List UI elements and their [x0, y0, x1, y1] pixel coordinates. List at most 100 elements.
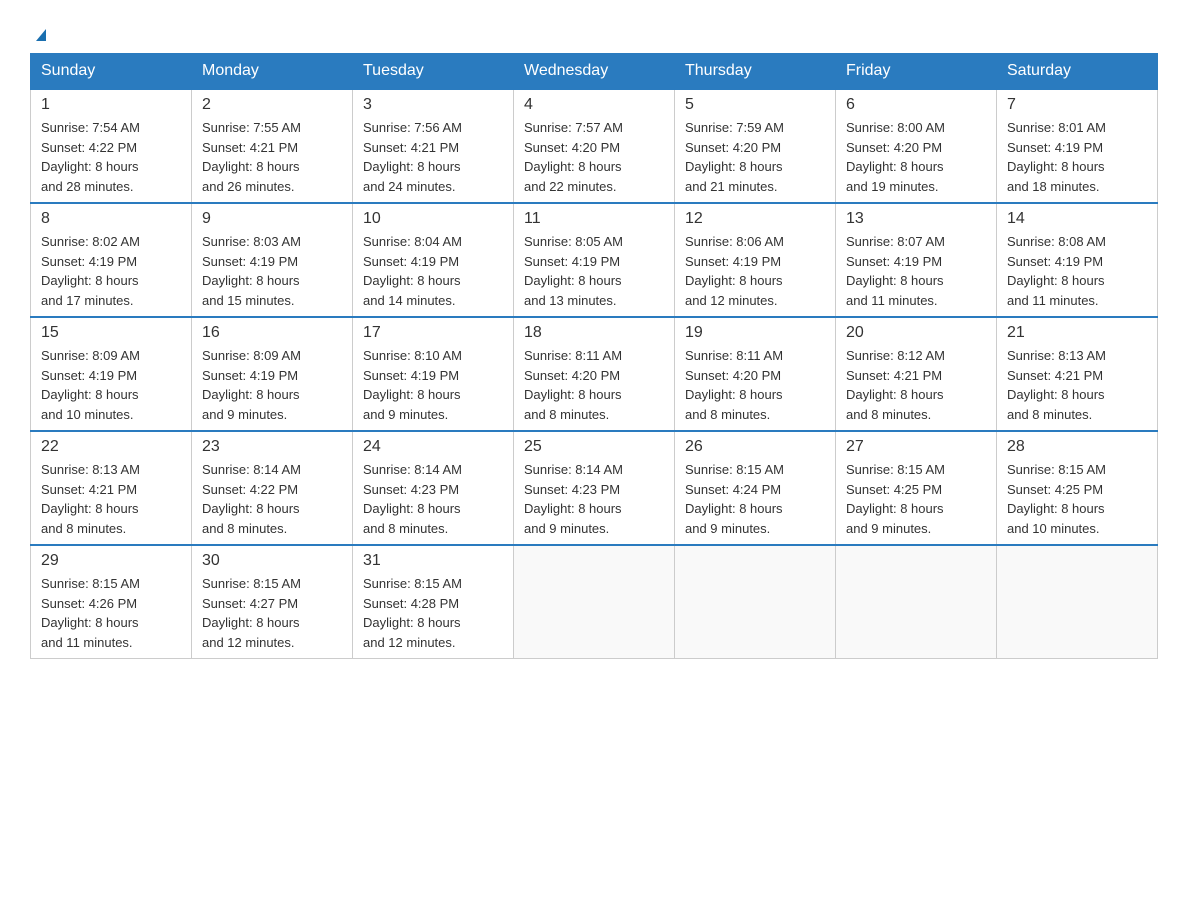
calendar-day-cell	[997, 545, 1158, 659]
calendar-day-cell	[675, 545, 836, 659]
day-info: Sunrise: 8:13 AM Sunset: 4:21 PM Dayligh…	[41, 460, 181, 538]
day-info: Sunrise: 8:11 AM Sunset: 4:20 PM Dayligh…	[685, 346, 825, 424]
calendar-day-cell: 20 Sunrise: 8:12 AM Sunset: 4:21 PM Dayl…	[836, 317, 997, 431]
day-number: 11	[524, 210, 664, 228]
calendar-week-row: 15 Sunrise: 8:09 AM Sunset: 4:19 PM Dayl…	[31, 317, 1158, 431]
day-info: Sunrise: 8:10 AM Sunset: 4:19 PM Dayligh…	[363, 346, 503, 424]
calendar-header-row: SundayMondayTuesdayWednesdayThursdayFrid…	[31, 54, 1158, 90]
day-number: 27	[846, 438, 986, 456]
day-info: Sunrise: 8:04 AM Sunset: 4:19 PM Dayligh…	[363, 232, 503, 310]
day-info: Sunrise: 8:07 AM Sunset: 4:19 PM Dayligh…	[846, 232, 986, 310]
calendar-day-cell: 26 Sunrise: 8:15 AM Sunset: 4:24 PM Dayl…	[675, 431, 836, 545]
weekday-header-friday: Friday	[836, 54, 997, 90]
day-number: 18	[524, 324, 664, 342]
calendar-table: SundayMondayTuesdayWednesdayThursdayFrid…	[30, 53, 1158, 659]
day-info: Sunrise: 8:08 AM Sunset: 4:19 PM Dayligh…	[1007, 232, 1147, 310]
day-number: 13	[846, 210, 986, 228]
day-number: 14	[1007, 210, 1147, 228]
calendar-day-cell: 5 Sunrise: 7:59 AM Sunset: 4:20 PM Dayli…	[675, 89, 836, 203]
day-number: 9	[202, 210, 342, 228]
day-info: Sunrise: 8:11 AM Sunset: 4:20 PM Dayligh…	[524, 346, 664, 424]
calendar-day-cell: 31 Sunrise: 8:15 AM Sunset: 4:28 PM Dayl…	[353, 545, 514, 659]
day-info: Sunrise: 8:15 AM Sunset: 4:25 PM Dayligh…	[846, 460, 986, 538]
day-number: 21	[1007, 324, 1147, 342]
weekday-header-wednesday: Wednesday	[514, 54, 675, 90]
calendar-day-cell: 11 Sunrise: 8:05 AM Sunset: 4:19 PM Dayl…	[514, 203, 675, 317]
weekday-header-saturday: Saturday	[997, 54, 1158, 90]
day-number: 15	[41, 324, 181, 342]
calendar-day-cell: 29 Sunrise: 8:15 AM Sunset: 4:26 PM Dayl…	[31, 545, 192, 659]
calendar-week-row: 29 Sunrise: 8:15 AM Sunset: 4:26 PM Dayl…	[31, 545, 1158, 659]
day-number: 29	[41, 552, 181, 570]
day-number: 17	[363, 324, 503, 342]
calendar-day-cell: 3 Sunrise: 7:56 AM Sunset: 4:21 PM Dayli…	[353, 89, 514, 203]
logo	[30, 20, 50, 43]
calendar-day-cell: 28 Sunrise: 8:15 AM Sunset: 4:25 PM Dayl…	[997, 431, 1158, 545]
day-number: 30	[202, 552, 342, 570]
day-info: Sunrise: 8:09 AM Sunset: 4:19 PM Dayligh…	[202, 346, 342, 424]
day-info: Sunrise: 8:00 AM Sunset: 4:20 PM Dayligh…	[846, 118, 986, 196]
calendar-week-row: 8 Sunrise: 8:02 AM Sunset: 4:19 PM Dayli…	[31, 203, 1158, 317]
day-number: 31	[363, 552, 503, 570]
weekday-header-thursday: Thursday	[675, 54, 836, 90]
day-number: 6	[846, 96, 986, 114]
day-number: 3	[363, 96, 503, 114]
day-number: 7	[1007, 96, 1147, 114]
calendar-day-cell	[836, 545, 997, 659]
calendar-day-cell: 25 Sunrise: 8:14 AM Sunset: 4:23 PM Dayl…	[514, 431, 675, 545]
day-number: 1	[41, 96, 181, 114]
day-info: Sunrise: 8:15 AM Sunset: 4:25 PM Dayligh…	[1007, 460, 1147, 538]
day-info: Sunrise: 7:59 AM Sunset: 4:20 PM Dayligh…	[685, 118, 825, 196]
weekday-header-tuesday: Tuesday	[353, 54, 514, 90]
day-info: Sunrise: 7:55 AM Sunset: 4:21 PM Dayligh…	[202, 118, 342, 196]
day-info: Sunrise: 8:01 AM Sunset: 4:19 PM Dayligh…	[1007, 118, 1147, 196]
day-number: 22	[41, 438, 181, 456]
day-number: 4	[524, 96, 664, 114]
day-info: Sunrise: 8:15 AM Sunset: 4:28 PM Dayligh…	[363, 574, 503, 652]
calendar-day-cell: 2 Sunrise: 7:55 AM Sunset: 4:21 PM Dayli…	[192, 89, 353, 203]
day-number: 2	[202, 96, 342, 114]
day-number: 16	[202, 324, 342, 342]
calendar-day-cell: 14 Sunrise: 8:08 AM Sunset: 4:19 PM Dayl…	[997, 203, 1158, 317]
calendar-day-cell: 24 Sunrise: 8:14 AM Sunset: 4:23 PM Dayl…	[353, 431, 514, 545]
day-number: 20	[846, 324, 986, 342]
day-info: Sunrise: 8:03 AM Sunset: 4:19 PM Dayligh…	[202, 232, 342, 310]
day-info: Sunrise: 8:13 AM Sunset: 4:21 PM Dayligh…	[1007, 346, 1147, 424]
day-number: 5	[685, 96, 825, 114]
calendar-day-cell: 13 Sunrise: 8:07 AM Sunset: 4:19 PM Dayl…	[836, 203, 997, 317]
day-number: 10	[363, 210, 503, 228]
calendar-day-cell: 8 Sunrise: 8:02 AM Sunset: 4:19 PM Dayli…	[31, 203, 192, 317]
day-number: 12	[685, 210, 825, 228]
day-info: Sunrise: 8:02 AM Sunset: 4:19 PM Dayligh…	[41, 232, 181, 310]
day-info: Sunrise: 8:15 AM Sunset: 4:27 PM Dayligh…	[202, 574, 342, 652]
day-number: 24	[363, 438, 503, 456]
day-info: Sunrise: 7:57 AM Sunset: 4:20 PM Dayligh…	[524, 118, 664, 196]
page-header	[30, 20, 1158, 43]
calendar-day-cell: 6 Sunrise: 8:00 AM Sunset: 4:20 PM Dayli…	[836, 89, 997, 203]
calendar-week-row: 1 Sunrise: 7:54 AM Sunset: 4:22 PM Dayli…	[31, 89, 1158, 203]
day-number: 19	[685, 324, 825, 342]
calendar-day-cell: 19 Sunrise: 8:11 AM Sunset: 4:20 PM Dayl…	[675, 317, 836, 431]
day-number: 28	[1007, 438, 1147, 456]
day-info: Sunrise: 8:14 AM Sunset: 4:23 PM Dayligh…	[524, 460, 664, 538]
day-number: 26	[685, 438, 825, 456]
weekday-header-sunday: Sunday	[31, 54, 192, 90]
day-info: Sunrise: 8:09 AM Sunset: 4:19 PM Dayligh…	[41, 346, 181, 424]
calendar-day-cell: 9 Sunrise: 8:03 AM Sunset: 4:19 PM Dayli…	[192, 203, 353, 317]
calendar-day-cell: 23 Sunrise: 8:14 AM Sunset: 4:22 PM Dayl…	[192, 431, 353, 545]
day-info: Sunrise: 8:12 AM Sunset: 4:21 PM Dayligh…	[846, 346, 986, 424]
day-number: 23	[202, 438, 342, 456]
logo-triangle-icon	[32, 25, 50, 43]
calendar-day-cell: 1 Sunrise: 7:54 AM Sunset: 4:22 PM Dayli…	[31, 89, 192, 203]
day-info: Sunrise: 8:15 AM Sunset: 4:26 PM Dayligh…	[41, 574, 181, 652]
calendar-day-cell: 30 Sunrise: 8:15 AM Sunset: 4:27 PM Dayl…	[192, 545, 353, 659]
calendar-day-cell	[514, 545, 675, 659]
calendar-day-cell: 27 Sunrise: 8:15 AM Sunset: 4:25 PM Dayl…	[836, 431, 997, 545]
day-number: 8	[41, 210, 181, 228]
calendar-day-cell: 7 Sunrise: 8:01 AM Sunset: 4:19 PM Dayli…	[997, 89, 1158, 203]
calendar-day-cell: 15 Sunrise: 8:09 AM Sunset: 4:19 PM Dayl…	[31, 317, 192, 431]
day-number: 25	[524, 438, 664, 456]
calendar-day-cell: 16 Sunrise: 8:09 AM Sunset: 4:19 PM Dayl…	[192, 317, 353, 431]
calendar-day-cell: 4 Sunrise: 7:57 AM Sunset: 4:20 PM Dayli…	[514, 89, 675, 203]
day-info: Sunrise: 8:15 AM Sunset: 4:24 PM Dayligh…	[685, 460, 825, 538]
